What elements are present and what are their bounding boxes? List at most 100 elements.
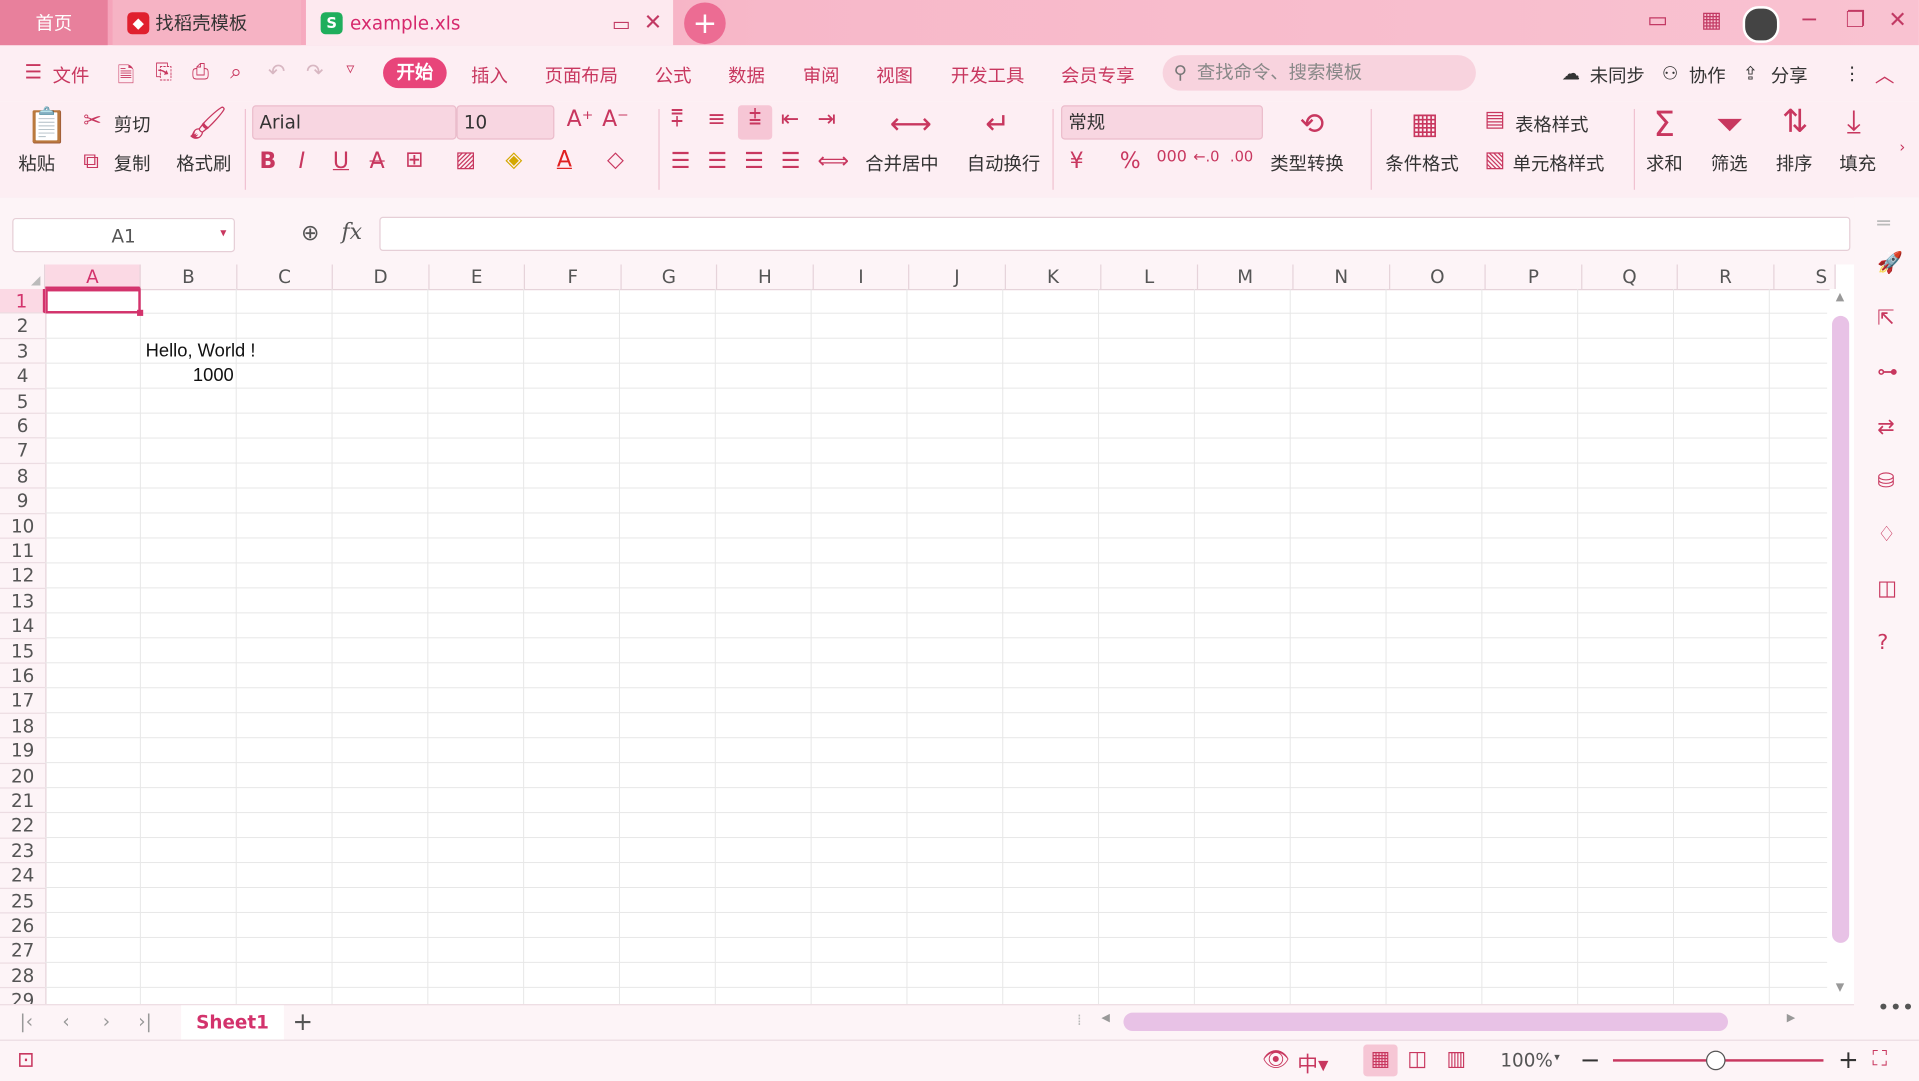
clear-format-icon[interactable]: ◇ bbox=[607, 147, 624, 173]
type-convert-icon[interactable]: ⟲ bbox=[1300, 107, 1325, 141]
redo-icon[interactable]: ↷ bbox=[306, 60, 323, 84]
undo-icon[interactable]: ↶ bbox=[268, 60, 285, 84]
column-header[interactable]: G bbox=[622, 264, 718, 289]
row-header[interactable]: 6 bbox=[0, 414, 46, 439]
eye-protection-icon[interactable]: 👁 bbox=[1262, 1047, 1290, 1073]
row-header[interactable]: 12 bbox=[0, 564, 46, 589]
decrease-indent-icon[interactable]: ⇤ bbox=[781, 107, 799, 133]
vertical-scrollbar[interactable]: ▲ ▼ bbox=[1829, 288, 1855, 1005]
zoom-level[interactable]: 100% bbox=[1500, 1049, 1552, 1071]
paste-button[interactable]: 粘贴 bbox=[18, 151, 55, 177]
align-center-icon[interactable]: ☰ bbox=[707, 148, 727, 174]
row-header[interactable]: 27 bbox=[0, 938, 46, 964]
filter-icon[interactable]: ⏷ bbox=[1716, 104, 1743, 146]
zoom-in-icon[interactable]: + bbox=[1838, 1044, 1859, 1073]
row-header[interactable]: 29 bbox=[0, 988, 45, 1004]
vertical-scroll-thumb[interactable] bbox=[1832, 315, 1850, 943]
share-button[interactable]: 分享 bbox=[1771, 62, 1808, 88]
add-sheet-icon[interactable]: + bbox=[292, 1007, 313, 1036]
borders-icon[interactable]: ⊞ bbox=[405, 147, 423, 173]
fill-icon[interactable]: ⤓ bbox=[1847, 104, 1861, 142]
paste-icon[interactable]: 📋 bbox=[26, 105, 69, 145]
italic-icon[interactable]: I bbox=[299, 148, 306, 174]
column-header[interactable]: A bbox=[45, 264, 141, 289]
column-header[interactable]: N bbox=[1294, 264, 1391, 289]
merge-center-button[interactable]: 合并居中 bbox=[865, 151, 938, 177]
tab-example-xls[interactable]: S example.xls ▭ ✕ bbox=[305, 0, 674, 46]
column-header[interactable]: J bbox=[909, 264, 1006, 289]
page-break-view-icon[interactable]: ▥ bbox=[1447, 1047, 1467, 1071]
tab-view[interactable]: 视图 bbox=[876, 62, 913, 88]
column-header[interactable]: R bbox=[1678, 264, 1775, 289]
row-header[interactable]: 4 bbox=[0, 364, 46, 389]
row-header[interactable]: 18 bbox=[0, 714, 46, 739]
format-painter-button[interactable]: 格式刷 bbox=[176, 151, 231, 177]
name-box-dropdown-icon[interactable]: ▾ bbox=[220, 227, 226, 240]
column-header[interactable]: H bbox=[717, 264, 814, 289]
column-header[interactable]: D bbox=[333, 264, 430, 289]
avatar[interactable] bbox=[1742, 6, 1780, 43]
distributed-align-icon[interactable]: ⟺ bbox=[817, 148, 849, 174]
copy-icon[interactable]: ⧉ bbox=[83, 148, 99, 174]
scroll-down-icon[interactable]: ▼ bbox=[1836, 982, 1844, 994]
increase-font-icon[interactable]: A⁺ bbox=[567, 107, 594, 133]
column-header[interactable]: C bbox=[237, 264, 333, 289]
last-sheet-icon[interactable]: ›| bbox=[138, 1010, 152, 1032]
window-layout-icon[interactable]: ▭ bbox=[1647, 7, 1668, 33]
more-options-icon[interactable]: ⋮ bbox=[1843, 62, 1861, 84]
sum-button[interactable]: 求和 bbox=[1646, 151, 1683, 177]
conditional-format-button[interactable]: 条件格式 bbox=[1385, 151, 1458, 177]
row-header[interactable]: 2 bbox=[0, 314, 46, 339]
row-header[interactable]: 19 bbox=[0, 739, 46, 764]
row-header[interactable]: 5 bbox=[0, 389, 46, 414]
cell-b3[interactable]: Hello, World ! bbox=[146, 340, 256, 361]
scroll-right-icon[interactable]: ▶ bbox=[1787, 1013, 1795, 1025]
row-header[interactable]: 28 bbox=[0, 963, 46, 989]
row-header[interactable]: 22 bbox=[0, 814, 46, 839]
zoom-formula-icon[interactable]: ⊕ bbox=[301, 220, 319, 246]
row-header[interactable]: 24 bbox=[0, 864, 46, 889]
align-bottom-icon[interactable]: ⩲ bbox=[737, 105, 773, 140]
font-color-icon[interactable]: A bbox=[557, 147, 572, 173]
row-header[interactable]: 11 bbox=[0, 539, 46, 564]
row-header[interactable]: 15 bbox=[0, 639, 46, 664]
tab-templates[interactable]: ◆ 找稻壳模板 bbox=[112, 0, 302, 46]
hamburger-menu-icon[interactable]: ☰ bbox=[24, 60, 42, 83]
transfer-icon[interactable]: ⇄ bbox=[1877, 415, 1894, 439]
horizontal-scroll-thumb[interactable] bbox=[1123, 1012, 1729, 1032]
apps-grid-icon[interactable]: ▦ bbox=[1701, 7, 1722, 33]
row-header[interactable]: 10 bbox=[0, 514, 46, 539]
font-name-select[interactable]: Arial bbox=[252, 105, 457, 140]
zoom-dropdown-icon[interactable]: ▾ bbox=[1554, 1052, 1560, 1064]
new-tab-button[interactable]: + bbox=[684, 2, 726, 45]
tab-member[interactable]: 会员专享 bbox=[1061, 62, 1134, 88]
sync-status[interactable]: 未同步 bbox=[1590, 62, 1645, 88]
customize-toolbar-icon[interactable]: ▿ bbox=[346, 60, 354, 78]
column-header[interactable]: S bbox=[1775, 264, 1836, 289]
row-header[interactable]: 9 bbox=[0, 489, 46, 514]
font-size-select[interactable]: 10 bbox=[456, 105, 555, 140]
tab-insert[interactable]: 插入 bbox=[471, 62, 508, 88]
tab-formulas[interactable]: 公式 bbox=[655, 62, 692, 88]
column-header[interactable]: K bbox=[1006, 264, 1102, 289]
close-tab-icon[interactable]: ✕ bbox=[644, 10, 662, 36]
row-header[interactable]: 13 bbox=[0, 589, 46, 614]
type-convert-button[interactable]: 类型转换 bbox=[1270, 151, 1343, 177]
row-header[interactable]: 8 bbox=[0, 464, 46, 489]
underline-icon[interactable]: U bbox=[333, 148, 349, 174]
row-header[interactable]: 16 bbox=[0, 664, 46, 689]
bold-icon[interactable]: B bbox=[259, 148, 276, 174]
row-header[interactable]: 17 bbox=[0, 689, 46, 714]
pin-window-icon[interactable]: ▭ bbox=[612, 12, 631, 35]
ribbon-scroll-right-icon[interactable]: › bbox=[1899, 138, 1905, 155]
save-icon[interactable]: 🗎 bbox=[117, 60, 134, 96]
macro-record-icon[interactable]: ⊡ bbox=[17, 1048, 34, 1072]
tab-start[interactable]: 开始 bbox=[383, 57, 447, 89]
fill-color-icon[interactable]: ◈ bbox=[505, 147, 522, 173]
cell-grid[interactable]: Hello, World ! 1000 bbox=[45, 288, 1828, 1005]
row-header[interactable]: 7 bbox=[0, 439, 46, 464]
align-left-icon[interactable]: ☰ bbox=[671, 148, 691, 174]
currency-icon[interactable]: ¥ bbox=[1070, 148, 1084, 174]
tab-data[interactable]: 数据 bbox=[728, 62, 765, 88]
normal-view-button[interactable]: ▦ bbox=[1363, 1044, 1398, 1077]
